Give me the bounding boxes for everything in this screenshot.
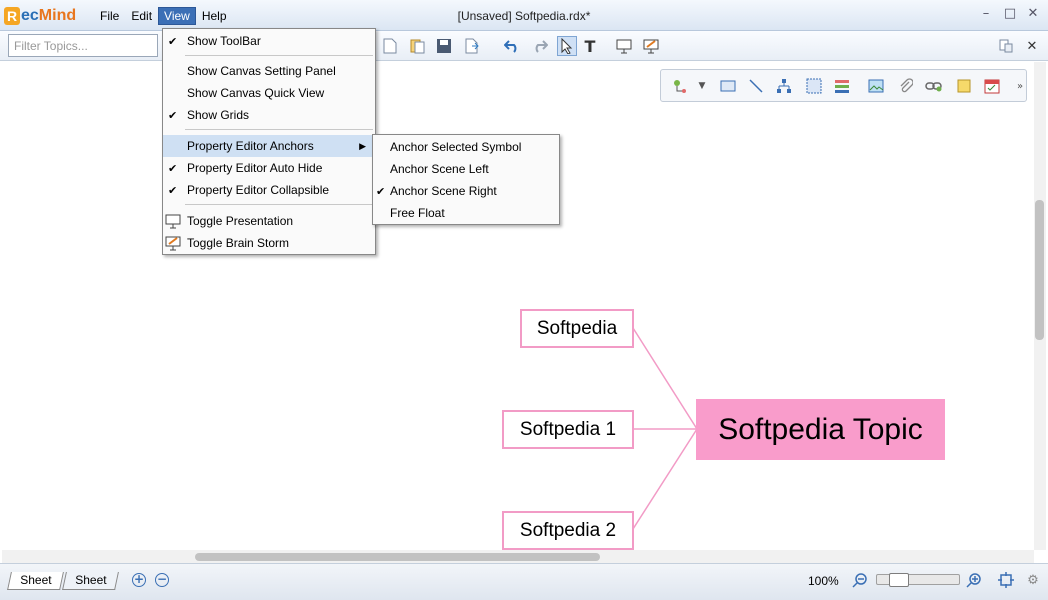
menu-item-anchor-selected-symbol[interactable]: Anchor Selected Symbol — [373, 136, 559, 158]
relationship-icon[interactable] — [747, 77, 765, 95]
menu-item-toggle-presentation[interactable]: Toggle Presentation — [163, 210, 375, 232]
menu-item-label: Show Canvas Quick View — [187, 86, 325, 100]
dropdown-icon[interactable]: ▼ — [693, 77, 711, 95]
check-icon: ✔ — [168, 184, 178, 197]
menu-item-show-canvas-setting-panel[interactable]: Show Canvas Setting Panel — [163, 60, 375, 82]
zoom-in-icon[interactable] — [965, 571, 983, 589]
status-bar: Sheet Sheet + − 100% ⚙ — [0, 563, 1048, 600]
image-icon[interactable] — [867, 77, 885, 95]
menu-item-toggle-brain-storm[interactable]: Toggle Brain Storm — [163, 232, 375, 254]
more-icon[interactable]: » — [1011, 77, 1029, 95]
calendar-icon[interactable] — [983, 77, 1001, 95]
structure-icon[interactable] — [775, 77, 793, 95]
menu-item-label: Show ToolBar — [187, 34, 261, 48]
menu-separator — [185, 204, 373, 205]
submenu-arrow-icon: ▶ — [359, 140, 366, 151]
fit-to-window-icon[interactable] — [997, 571, 1015, 589]
menu-item-label: Anchor Scene Left — [390, 162, 489, 176]
menu-item-label: Free Float — [390, 206, 445, 220]
menu-item-property-editor-anchors[interactable]: Property Editor Anchors ▶ — [163, 135, 375, 157]
menu-separator — [185, 55, 373, 56]
menu-item-label: Show Canvas Setting Panel — [187, 64, 336, 78]
zoom-slider-handle[interactable] — [888, 573, 909, 587]
summary-icon[interactable] — [833, 77, 851, 95]
brainstorm-icon — [165, 236, 181, 251]
menu-item-property-editor-collapsible[interactable]: ✔ Property Editor Collapsible — [163, 179, 375, 201]
menu-item-label: Anchor Scene Right — [390, 184, 497, 198]
subtopic-node[interactable]: Softpedia — [520, 309, 634, 348]
check-icon: ✔ — [168, 109, 178, 122]
menu-item-label: Property Editor Auto Hide — [187, 161, 323, 175]
menu-item-label: Show Grids — [187, 108, 250, 122]
selection-box-icon[interactable] — [805, 77, 823, 95]
menu-item-property-editor-auto-hide[interactable]: ✔ Property Editor Auto Hide — [163, 157, 375, 179]
subtopic-node[interactable]: Softpedia 2 — [502, 511, 634, 550]
horizontal-scroll-thumb[interactable] — [195, 553, 600, 561]
zoom-level: 100% — [808, 574, 839, 588]
menu-separator — [185, 129, 373, 130]
check-icon: ✔ — [168, 162, 178, 175]
menu-item-show-grids[interactable]: ✔ Show Grids — [163, 104, 375, 126]
sheet-tab[interactable]: Sheet — [62, 572, 120, 590]
remove-sheet-button[interactable]: − — [155, 573, 169, 587]
central-topic-node[interactable]: Softpedia Topic — [696, 399, 945, 460]
sheet-tab[interactable]: Sheet — [7, 572, 65, 590]
menu-item-show-toolbar[interactable]: ✔ Show ToolBar — [163, 30, 375, 52]
subtopic-node[interactable]: Softpedia 1 — [502, 410, 634, 449]
topic-style-icon[interactable] — [671, 77, 689, 95]
vertical-scroll-thumb[interactable] — [1035, 200, 1044, 340]
hyperlink-icon[interactable] — [925, 77, 943, 95]
menu-item-anchor-scene-left[interactable]: Anchor Scene Left — [373, 158, 559, 180]
view-menu: ✔ Show ToolBar Show Canvas Setting Panel… — [162, 28, 376, 255]
add-sheet-button[interactable]: + — [132, 573, 146, 587]
menu-item-label: Toggle Brain Storm — [187, 236, 290, 250]
zoom-out-icon[interactable] — [851, 571, 869, 589]
note-icon[interactable] — [955, 77, 973, 95]
menu-item-show-canvas-quick-view[interactable]: Show Canvas Quick View — [163, 82, 375, 104]
attachment-icon[interactable] — [897, 77, 915, 95]
menu-item-label: Toggle Presentation — [187, 214, 294, 228]
presentation-icon — [165, 214, 181, 229]
sheet-tab-label: Sheet — [20, 573, 52, 587]
menu-item-label: Property Editor Collapsible — [187, 183, 330, 197]
menu-item-label: Anchor Selected Symbol — [390, 140, 522, 154]
menu-item-anchor-scene-right[interactable]: ✔ Anchor Scene Right — [373, 180, 559, 202]
menu-item-free-float[interactable]: Free Float — [373, 202, 559, 224]
boundary-icon[interactable] — [719, 77, 737, 95]
settings-gear-icon[interactable]: ⚙ — [1024, 571, 1042, 589]
check-icon: ✔ — [376, 185, 386, 198]
sheet-tab-label: Sheet — [75, 573, 107, 587]
check-icon: ✔ — [168, 35, 178, 48]
tool-palette: ▼ » — [660, 69, 1027, 102]
menu-item-label: Property Editor Anchors — [187, 139, 314, 153]
anchors-submenu: Anchor Selected Symbol Anchor Scene Left… — [372, 134, 560, 225]
